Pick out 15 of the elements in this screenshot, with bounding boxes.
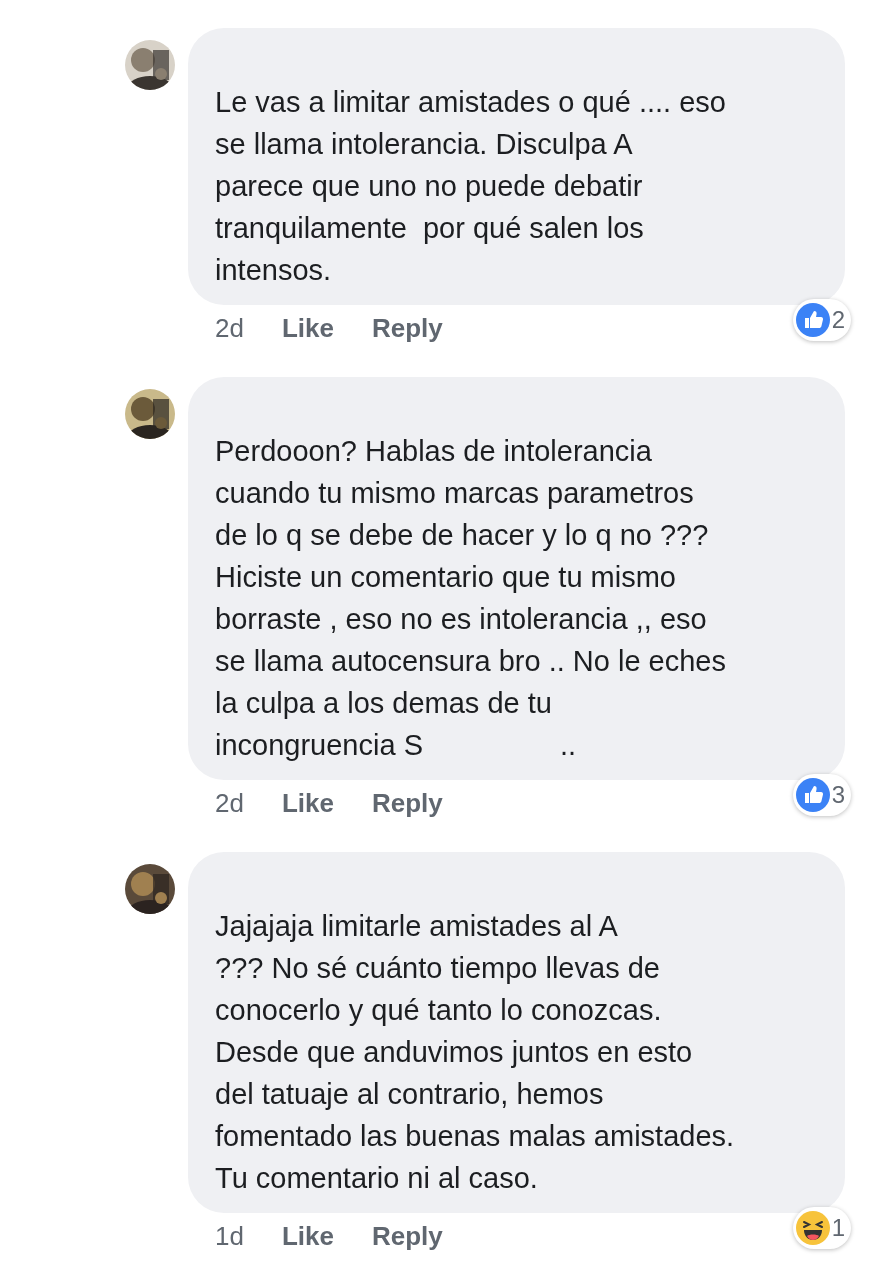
reaction-badge[interactable]: 1 (792, 1207, 851, 1249)
like-button[interactable]: Like (281, 783, 334, 823)
like-button[interactable]: Like (281, 1216, 334, 1256)
comment-text: Jajajaja limitarle amistades al A ??? No sé cuánto tiempo llevas de conocerlo y qué tanto lo conozcas. Desde que anduvimos juntos en esto del tatuaje al contrario, hemos fomentado las buenas malas amistades. Tu comentario ni al caso. (188, 852, 845, 1213)
comment-time: 1d (215, 1219, 244, 1253)
like-button[interactable]: Like (281, 308, 334, 348)
comment-text: Perdooon? Hablas de intolerancia cuando tu mismo marcas parametros de lo q se debe de hacer y lo q no ??? Hiciste un comentario que tu mismo borraste , eso no es intolerancia ,, eso se llama autocensura bro .. No le eches la culpa a los demas de tu incongruencia S .. (188, 377, 845, 780)
reply-button[interactable]: Reply (371, 1216, 443, 1256)
reply-button[interactable]: Reply (371, 783, 443, 823)
reply-button[interactable]: Reply (371, 308, 443, 348)
comment-text: Le vas a limitar amistades o qué .... eso se llama intolerancia. Disculpa A parece que uno no puede debatir tranquilamente por qué salen los intensos. (188, 28, 845, 305)
reaction-badge[interactable]: 2 (792, 299, 851, 341)
comment-time: 2d (215, 311, 244, 345)
reaction-badge[interactable]: 3 (792, 774, 851, 816)
comment-time: 2d (215, 786, 244, 820)
